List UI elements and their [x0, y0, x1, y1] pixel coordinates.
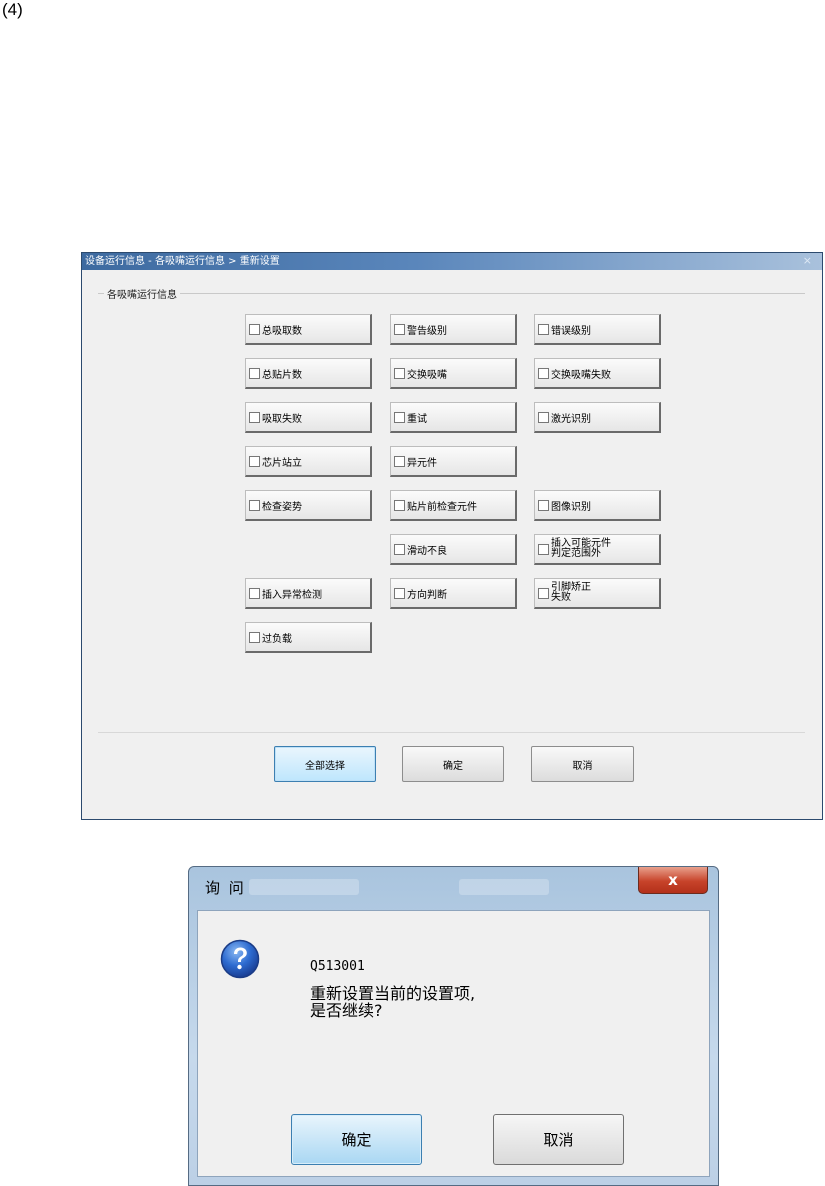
option-tuxiang-shibie[interactable]: 图像识别	[534, 490, 661, 521]
checkbox-icon[interactable]	[249, 411, 260, 423]
checkbox-icon[interactable]	[394, 323, 405, 335]
message-text: 重新设置当前的设置项, 是否继续?	[310, 984, 476, 1020]
option-label: 交换吸嘴	[407, 369, 447, 381]
ok-button[interactable]: 确定	[402, 746, 504, 782]
option-yinjiao-jiaozheng[interactable]: 引脚矫正 失败	[534, 578, 661, 609]
checkbox-icon[interactable]	[394, 367, 405, 379]
question-icon	[220, 939, 260, 979]
checkbox-icon[interactable]	[394, 411, 405, 423]
option-label: 方向判断	[407, 589, 447, 601]
option-zong-xiqu-shu[interactable]: 总吸取数	[245, 314, 372, 345]
option-yi-yuanjian[interactable]: 异元件	[390, 446, 517, 477]
option-jiaohuan-xizui[interactable]: 交换吸嘴	[390, 358, 517, 389]
option-label: 芯片站立	[262, 457, 302, 469]
checkbox-icon[interactable]	[249, 587, 260, 599]
select-all-button[interactable]: 全部选择	[274, 746, 376, 782]
option-label: 检查姿势	[262, 501, 302, 513]
option-label: 过负载	[262, 633, 292, 645]
option-huadong-buliang[interactable]: 滑动不良	[390, 534, 517, 565]
checkbox-icon[interactable]	[538, 411, 549, 423]
option-label: 引脚矫正 失败	[551, 582, 591, 603]
checkbox-icon[interactable]	[394, 543, 405, 555]
group-label: 各吸嘴运行信息	[104, 286, 180, 301]
option-jiguang-shibie[interactable]: 激光识别	[534, 402, 661, 433]
option-label: 吸取失败	[262, 413, 302, 425]
checkbox-icon[interactable]	[394, 587, 405, 599]
option-label: 重试	[407, 413, 427, 425]
option-label: 异元件	[407, 457, 437, 469]
option-xinpian-zhanli[interactable]: 芯片站立	[245, 446, 372, 477]
settings-window-close-icon[interactable]: ×	[803, 253, 812, 269]
option-guo-fuzai[interactable]: 过负载	[245, 622, 372, 653]
checkbox-icon[interactable]	[538, 323, 549, 335]
option-fangxiang-panduan[interactable]: 方向判断	[390, 578, 517, 609]
option-label: 总吸取数	[262, 325, 302, 337]
option-label: 总贴片数	[262, 369, 302, 381]
checkbox-icon[interactable]	[249, 455, 260, 467]
confirm-dialog-body: Q513001 重新设置当前的设置项, 是否继续? 确定 取消	[197, 910, 710, 1177]
dialog-ok-button[interactable]: 确定	[291, 1114, 422, 1165]
option-cuowu-jibie[interactable]: 错误级别	[534, 314, 661, 345]
checkbox-icon[interactable]	[394, 455, 405, 467]
dialog-cancel-button[interactable]: 取消	[493, 1114, 624, 1165]
option-zong-tiepian-shu[interactable]: 总贴片数	[245, 358, 372, 389]
checkbox-icon[interactable]	[249, 631, 260, 643]
checkbox-icon[interactable]	[394, 499, 405, 511]
figure-label: (4)	[2, 0, 23, 19]
close-button[interactable]: x	[638, 867, 708, 894]
option-label: 插入异常检测	[262, 589, 322, 601]
checkbox-icon[interactable]	[249, 367, 260, 379]
option-label: 交换吸嘴失败	[551, 369, 611, 381]
option-label: 滑动不良	[407, 545, 447, 557]
checkbox-icon[interactable]	[538, 367, 549, 379]
option-label: 图像识别	[551, 501, 591, 513]
option-label: 贴片前检查元件	[407, 501, 477, 513]
checkbox-icon[interactable]	[538, 587, 549, 599]
close-icon: x	[668, 871, 678, 889]
option-xiqu-shibai[interactable]: 吸取失败	[245, 402, 372, 433]
checkbox-icon[interactable]	[249, 499, 260, 511]
checkbox-icon[interactable]	[249, 323, 260, 335]
option-jinggao-jibie[interactable]: 警告级别	[390, 314, 517, 345]
option-label: 警告级别	[407, 325, 447, 337]
title-bar-glare	[249, 879, 359, 895]
checkbox-icon[interactable]	[538, 543, 549, 555]
option-jiancha-zishi[interactable]: 检查姿势	[245, 490, 372, 521]
option-label: 错误级别	[551, 325, 591, 337]
option-label: 激光识别	[551, 413, 591, 425]
confirm-dialog: 询 问 x Q513001 重新设置当前的设置项, 是否继续? 确定 取消	[188, 866, 719, 1186]
option-charu-kejian[interactable]: 插入可能元件 判定范围外	[534, 534, 661, 565]
option-jiaohuan-xizui-shibai[interactable]: 交换吸嘴失败	[534, 358, 661, 389]
option-label: 插入可能元件 判定范围外	[551, 538, 611, 559]
option-chongshi[interactable]: 重试	[390, 402, 517, 433]
option-tiepian-qian-jiancha[interactable]: 贴片前检查元件	[390, 490, 517, 521]
cancel-button[interactable]: 取消	[531, 746, 634, 782]
title-bar-glare	[459, 879, 549, 895]
settings-window-title: 设备运行信息 - 各吸嘴运行信息 > 重新设置	[82, 253, 822, 270]
confirm-dialog-title: 询 问	[205, 879, 246, 897]
option-charu-yichang[interactable]: 插入异常检测	[245, 578, 372, 609]
message-code: Q513001	[310, 959, 365, 974]
settings-window: 设备运行信息 - 各吸嘴运行信息 > 重新设置 × 各吸嘴运行信息 总吸取数 警…	[81, 252, 823, 820]
checkbox-icon[interactable]	[538, 499, 549, 511]
